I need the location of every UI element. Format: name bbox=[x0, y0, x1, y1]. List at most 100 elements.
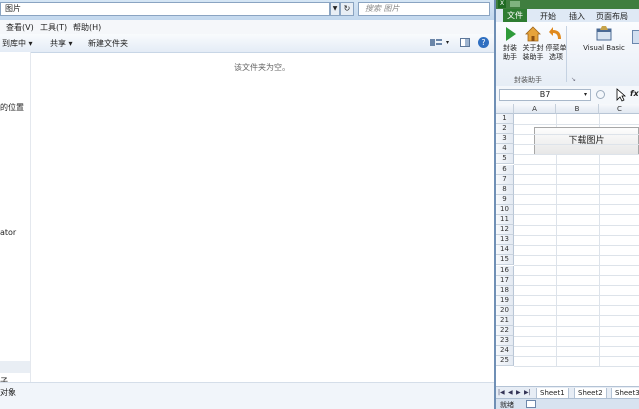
dialog-launcher-icon[interactable]: ↘ bbox=[571, 76, 576, 83]
row-header[interactable]: 10 bbox=[496, 204, 514, 215]
excel-window: X 文件 开始 插入 页面布局 封装 助手 关于封 装助手 停菜单 选项 Vis… bbox=[494, 0, 639, 409]
row-gridline bbox=[514, 174, 639, 175]
tab-home[interactable]: 开始 bbox=[540, 11, 556, 22]
row-gridline bbox=[514, 214, 639, 216]
row-header[interactable]: 12 bbox=[496, 225, 514, 236]
menu-bar: 查看(V) 工具(T) 帮助(H) bbox=[0, 20, 494, 35]
preview-pane-icon[interactable] bbox=[460, 38, 470, 47]
row-gridline bbox=[514, 365, 639, 367]
vb-icon bbox=[596, 26, 612, 42]
address-path-input[interactable]: 图片 bbox=[0, 2, 330, 16]
last-sheet-icon[interactable]: ▶| bbox=[524, 389, 531, 396]
row-header[interactable]: 9 bbox=[496, 194, 514, 205]
include-library-button[interactable]: 到库中 ▾ bbox=[2, 38, 33, 49]
row-header[interactable]: 20 bbox=[496, 305, 514, 316]
excel-logo-icon: X bbox=[498, 0, 506, 8]
row-gridline bbox=[514, 295, 639, 297]
help-icon[interactable]: ? bbox=[478, 37, 489, 48]
select-all-corner[interactable] bbox=[496, 104, 514, 114]
explorer-window: 图片 ▼ ↻ 搜索 图片 查看(V) 工具(T) 帮助(H) 到库中 ▾ 共享 … bbox=[0, 0, 494, 409]
row-gridline bbox=[514, 254, 639, 256]
spreadsheet-grid[interactable]: A B C 下载图片 1 2 3 4 5 6 7 8 9 10 11 12 13 14 15 16 17 18 19… bbox=[496, 104, 639, 386]
quick-access-icon[interactable] bbox=[510, 1, 520, 7]
row-header[interactable]: 4 bbox=[496, 144, 514, 155]
search-input[interactable]: 搜索 图片 bbox=[358, 2, 490, 16]
ribbon-button-label: 停菜单 选项 bbox=[545, 44, 567, 61]
chevron-down-icon[interactable]: ▾ bbox=[446, 39, 449, 46]
row-header[interactable]: 16 bbox=[496, 265, 514, 276]
view-options-icon[interactable] bbox=[430, 38, 442, 47]
home-icon bbox=[525, 26, 541, 42]
command-bar: 到库中 ▾ 共享 ▾ 新建文件夹 ▾ ? bbox=[0, 34, 494, 53]
row-header[interactable]: 7 bbox=[496, 174, 514, 185]
row-header[interactable]: 8 bbox=[496, 184, 514, 195]
row-header[interactable]: 5 bbox=[496, 154, 514, 165]
tab-insert[interactable]: 插入 bbox=[569, 11, 585, 22]
next-sheet-icon[interactable]: ▶ bbox=[516, 389, 521, 396]
row-header[interactable]: 22 bbox=[496, 326, 514, 337]
excel-title-bar: X bbox=[496, 0, 639, 9]
status-text: 对象 bbox=[0, 388, 16, 397]
mouse-cursor-icon bbox=[616, 88, 627, 104]
wrap-helper-button[interactable]: 封装 助手 bbox=[500, 26, 520, 62]
chevron-down-icon[interactable]: ▼ bbox=[330, 2, 340, 16]
menu-view[interactable]: 查看(V) bbox=[6, 22, 34, 33]
row-header[interactable]: 24 bbox=[496, 346, 514, 357]
ribbon-button-label: Visual Basic bbox=[583, 44, 625, 52]
navigation-pane: 的位置 ator 子 bbox=[0, 52, 31, 386]
about-helper-button[interactable]: 关于封 装助手 bbox=[522, 26, 544, 62]
row-header[interactable]: 19 bbox=[496, 295, 514, 306]
row-header[interactable]: 18 bbox=[496, 285, 514, 296]
row-header[interactable]: 11 bbox=[496, 215, 514, 225]
row-header[interactable]: 21 bbox=[496, 316, 514, 326]
column-header-b[interactable]: B bbox=[556, 104, 599, 114]
macros-icon[interactable] bbox=[632, 30, 639, 44]
row-gridline bbox=[514, 234, 639, 236]
visual-basic-button[interactable]: Visual Basic bbox=[580, 26, 628, 53]
row-gridline bbox=[514, 264, 639, 266]
column-header-a[interactable]: A bbox=[514, 104, 556, 114]
column-header-c[interactable]: C bbox=[599, 104, 639, 114]
row-gridline bbox=[514, 325, 639, 327]
row-gridline bbox=[514, 143, 639, 145]
row-header[interactable]: 25 bbox=[496, 356, 514, 367]
nav-item-user[interactable]: ator bbox=[0, 228, 16, 237]
row-gridline bbox=[514, 244, 639, 246]
share-button[interactable]: 共享 ▾ bbox=[50, 38, 73, 49]
cancel-icon[interactable] bbox=[596, 90, 605, 99]
row-header[interactable]: 6 bbox=[496, 164, 514, 175]
row-gridline bbox=[514, 184, 639, 186]
row-header[interactable]: 2 bbox=[496, 124, 514, 135]
row-header[interactable]: 17 bbox=[496, 275, 514, 286]
name-box[interactable]: B7 bbox=[499, 89, 591, 101]
tab-page-layout[interactable]: 页面布局 bbox=[596, 11, 628, 22]
tab-file[interactable]: 文件 bbox=[503, 9, 527, 22]
first-sheet-icon[interactable]: |◀ bbox=[498, 389, 505, 396]
nav-item-recent-places[interactable]: 的位置 bbox=[0, 102, 24, 113]
macro-record-icon[interactable] bbox=[526, 400, 536, 408]
formula-bar: B7 ▾ fx bbox=[496, 86, 639, 105]
row-header[interactable]: 3 bbox=[496, 134, 514, 145]
new-folder-button[interactable]: 新建文件夹 bbox=[88, 38, 128, 49]
row-gridline bbox=[514, 345, 639, 347]
row-header[interactable]: 15 bbox=[496, 255, 514, 266]
row-gridline bbox=[514, 305, 639, 307]
row-header[interactable]: 13 bbox=[496, 235, 514, 246]
row-header[interactable]: 1 bbox=[496, 114, 514, 124]
ribbon: 封装 助手 关于封 装助手 停菜单 选项 Visual Basic 封装助手 ↘ bbox=[496, 22, 639, 87]
ribbon-separator bbox=[566, 26, 567, 82]
row-header[interactable]: 14 bbox=[496, 245, 514, 256]
menu-help[interactable]: 帮助(H) bbox=[73, 22, 101, 33]
row-header[interactable]: 23 bbox=[496, 336, 514, 347]
ribbon-button-label: 关于封 装助手 bbox=[522, 44, 544, 61]
chevron-down-icon[interactable]: ▾ bbox=[584, 91, 587, 98]
menu-tools[interactable]: 工具(T) bbox=[40, 22, 67, 33]
prev-sheet-icon[interactable]: ◀ bbox=[508, 389, 513, 396]
stop-menu-button[interactable]: 停菜单 选项 bbox=[545, 26, 567, 62]
fx-icon[interactable]: fx bbox=[630, 89, 639, 98]
row-gridline bbox=[514, 315, 639, 317]
row-gridline bbox=[514, 285, 639, 287]
refresh-icon[interactable]: ↻ bbox=[340, 2, 354, 16]
download-images-button[interactable]: 下载图片 bbox=[534, 127, 639, 155]
row-gridline bbox=[514, 355, 639, 357]
